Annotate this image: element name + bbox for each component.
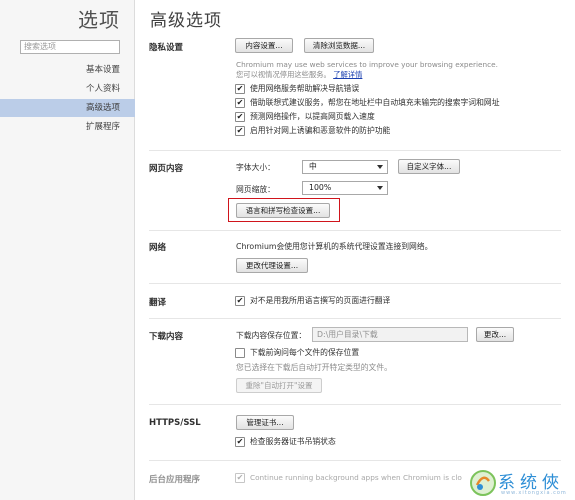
section-divider [149, 404, 561, 405]
page-zoom-value: 100% [309, 183, 332, 192]
checkbox-label: Continue running background apps when Ch… [250, 473, 462, 482]
search-input[interactable]: 搜索选项 [20, 40, 120, 54]
content-settings-button[interactable]: 内容设置... [235, 38, 293, 53]
learn-more-link[interactable]: 了解详情 [333, 70, 362, 79]
section-divider [149, 283, 561, 284]
checkbox-label: 下载前询问每个文件的保存位置 [250, 348, 360, 357]
highlight-annotation-box [228, 198, 340, 222]
checkbox-icon[interactable] [235, 348, 245, 358]
checkbox-icon[interactable]: ✔ [235, 98, 245, 108]
sidebar-item-basics[interactable]: 基本设置 [0, 61, 135, 79]
translate-label: 翻译 [149, 298, 167, 308]
change-download-location-button[interactable]: 更改... [476, 327, 514, 342]
font-size-label: 字体大小： [236, 163, 275, 172]
section-divider [149, 150, 561, 151]
page-zoom-select[interactable]: 100% [302, 181, 388, 195]
privacy-description: Chromium may use web services to improve… [236, 60, 498, 69]
change-proxy-button[interactable]: 更改代理设置... [236, 258, 308, 273]
section-divider [149, 230, 561, 231]
watermark-logo: 系统俠 www.xitongxia.com [468, 466, 575, 500]
background-apps-label: 后台应用程序 [149, 475, 201, 485]
chevron-down-icon [377, 165, 383, 169]
checkbox-icon[interactable]: ✔ [235, 296, 245, 306]
font-size-value: 中 [309, 162, 317, 171]
download-location-field[interactable]: D:\用户目录\下载 [312, 327, 468, 342]
section-divider [149, 318, 561, 319]
sidebar-item-advanced[interactable]: 高级选项 [0, 99, 135, 117]
watermark-logo-icon [470, 470, 496, 496]
page-title: 高级选项 [150, 11, 222, 31]
network-description: Chromium会使用您计算机的系统代理设置连接到网络。 [236, 242, 433, 251]
checkbox-label: 检查服务器证书吊销状态 [250, 437, 336, 446]
section-divider [149, 460, 561, 461]
checkbox-icon[interactable]: ✔ [235, 437, 245, 447]
sidebar-title: 选项 [78, 8, 120, 32]
checkbox-icon[interactable]: ✔ [235, 84, 245, 94]
reset-auto-open-button[interactable]: 重除"自动打开"设置 [236, 378, 322, 393]
checkbox-icon[interactable]: ✔ [235, 126, 245, 136]
chevron-down-icon [377, 186, 383, 190]
sidebar-item-extensions[interactable]: 扩展程序 [0, 118, 135, 136]
font-size-select[interactable]: 中 [302, 160, 388, 174]
downloads-label: 下载内容 [149, 332, 184, 342]
privacy-description-text: 您可以视情况停用这些服务。 [236, 70, 331, 79]
checkbox-label: 启用针对网上诱骗和恶意软件的防护功能 [250, 126, 391, 135]
privacy-description-2: 您可以视情况停用这些服务。 了解详情 [236, 70, 362, 80]
manage-certificates-button[interactable]: 管理证书... [236, 415, 294, 430]
clear-browsing-data-button[interactable]: 清除浏览数据... [304, 38, 374, 53]
zoom-label: 网页缩放： [236, 185, 275, 194]
checkbox-icon[interactable]: ✔ [235, 473, 245, 483]
watermark-url: www.xitongxia.com [501, 490, 567, 496]
sidebar: 选项 搜索选项 基本设置 个人资料 高级选项 扩展程序 [0, 0, 135, 500]
auto-open-description: 您已选择在下载后自动打开特定类型的文件。 [236, 363, 392, 372]
download-location-label: 下载内容保存位置： [236, 331, 307, 340]
checkbox-icon[interactable]: ✔ [235, 112, 245, 122]
sidebar-item-personal[interactable]: 个人资料 [0, 80, 135, 98]
webcontent-label: 网页内容 [149, 164, 184, 174]
checkbox-label: 预测网络操作，以提高网页载入速度 [250, 112, 375, 121]
network-label: 网络 [149, 243, 167, 253]
checkbox-label: 借助联想式建议服务，帮您在地址栏中自动填充未输完的搜索字词和网址 [250, 98, 500, 107]
custom-fonts-button[interactable]: 自定义字体... [398, 159, 460, 174]
checkbox-label: 对不是用我所用语言撰写的页面进行翻译 [250, 296, 391, 305]
checkbox-label: 使用网络服务帮助解决导航错误 [250, 84, 360, 93]
https-label: HTTPS/SSL [149, 418, 201, 428]
privacy-label: 隐私设置 [149, 43, 184, 53]
